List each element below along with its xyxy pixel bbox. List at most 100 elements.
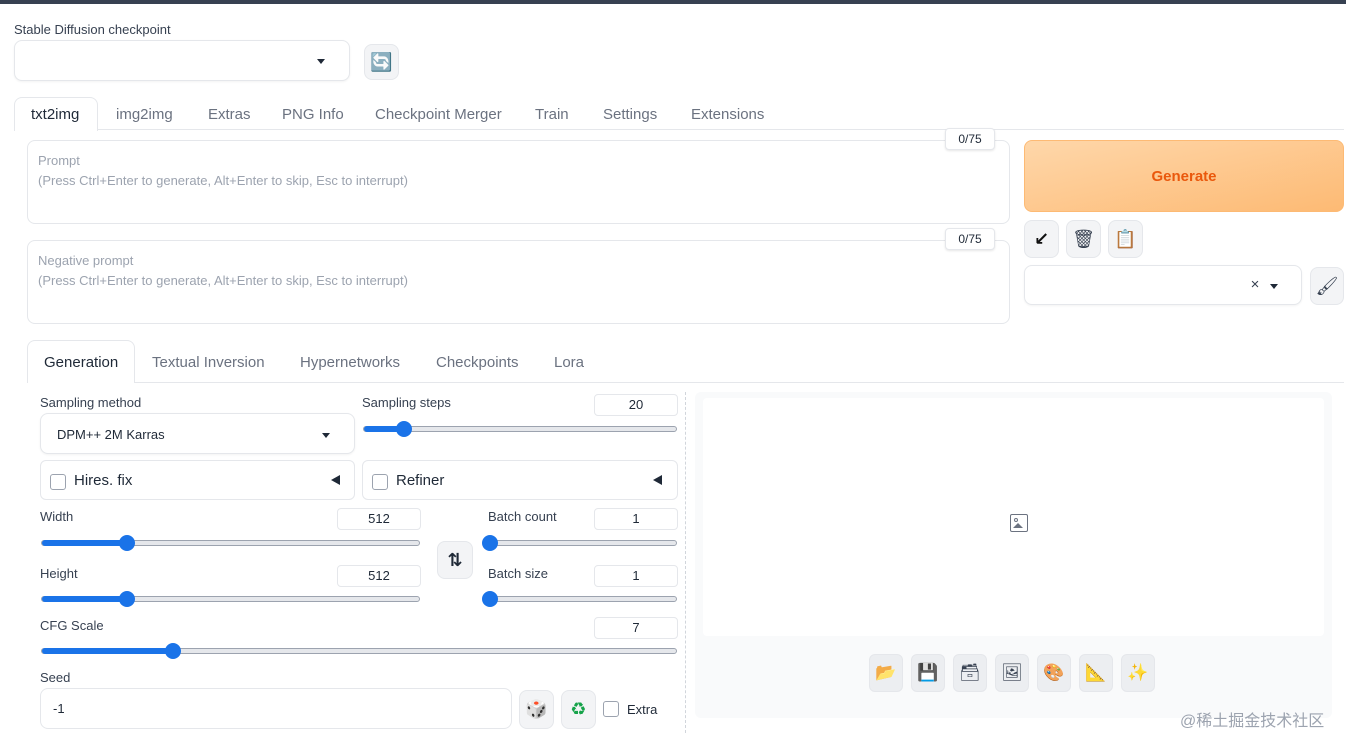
tabs-divider [14, 129, 1344, 130]
negative-token-counter: 0/75 [945, 228, 995, 250]
batch-count-input[interactable]: 1 [594, 508, 678, 530]
tab-lora[interactable]: Lora [554, 354, 584, 371]
chevron-down-icon [1270, 284, 1278, 289]
batch-size-label: Batch size [488, 566, 548, 581]
zip-icon: 🗃 [959, 663, 981, 682]
generate-button[interactable]: Generate [1024, 140, 1344, 212]
negative-prompt-placeholder: (Press Ctrl+Enter to generate, Alt+Enter… [38, 273, 408, 288]
negative-prompt-label: Negative prompt [38, 253, 134, 268]
sampling-method-label: Sampling method [40, 395, 142, 410]
refiner-label: Refiner [396, 472, 445, 489]
refiner-accordion[interactable]: Refiner [362, 460, 678, 500]
reuse-seed-button[interactable]: ♻ [561, 690, 596, 729]
tab-checkpoints[interactable]: Checkpoints [436, 354, 519, 371]
slider-thumb[interactable] [119, 591, 136, 607]
tab-extras[interactable]: Extras [208, 106, 251, 123]
swap-dimensions-button[interactable]: ⇅ [437, 541, 473, 579]
trash-icon: 🗑 [1072, 228, 1095, 249]
prompt-placeholder: (Press Ctrl+Enter to generate, Alt+Enter… [38, 173, 408, 188]
read-params-button[interactable]: ↙ [1024, 220, 1059, 258]
save-button[interactable]: 💾 [911, 654, 945, 692]
sampling-method-dropdown[interactable]: DPM++ 2M Karras [40, 413, 355, 454]
tab-txt2img[interactable]: txt2img [31, 106, 79, 123]
subtab-active-gap [28, 382, 134, 384]
dice-icon: 🎲 [525, 699, 548, 719]
tab-train[interactable]: Train [535, 106, 569, 123]
edit-styles-button[interactable]: 🖌 [1310, 267, 1344, 305]
sparkle-icon: ✨ [1127, 663, 1149, 682]
cfg-scale-input[interactable]: 7 [594, 617, 678, 639]
styles-dropdown[interactable]: × [1024, 265, 1302, 305]
arrow-down-left-icon: ↙ [1033, 228, 1050, 249]
tab-active-gap [15, 129, 97, 131]
width-slider[interactable] [41, 535, 420, 551]
negative-prompt-input[interactable]: Negative prompt (Press Ctrl+Enter to gen… [27, 240, 1010, 324]
upscale-button[interactable]: ✨ [1121, 654, 1155, 692]
chevron-down-icon [322, 433, 330, 438]
tab-generation[interactable]: Generation [44, 354, 118, 371]
prompt-token-counter: 0/75 [945, 128, 995, 150]
slider-thumb[interactable] [165, 643, 182, 659]
sampling-steps-input[interactable]: 20 [594, 394, 678, 416]
batch-size-input[interactable]: 1 [594, 565, 678, 587]
tab-settings[interactable]: Settings [603, 106, 657, 123]
output-gallery [703, 398, 1324, 636]
watermark: @稀土掘金技术社区 [1180, 713, 1325, 730]
hires-fix-checkbox[interactable] [50, 474, 66, 490]
triangle-ruler-icon: 📐 [1085, 663, 1107, 682]
sampling-method-value: DPM++ 2M Karras [57, 427, 165, 442]
extra-seed-checkbox[interactable] [603, 701, 619, 717]
cfg-scale-slider[interactable] [41, 643, 677, 659]
slider-thumb[interactable] [119, 535, 136, 551]
height-label: Height [40, 566, 78, 581]
tab-img2img[interactable]: img2img [116, 106, 173, 123]
prompt-input[interactable]: Prompt (Press Ctrl+Enter to generate, Al… [27, 140, 1010, 224]
batch-size-slider[interactable] [482, 591, 677, 607]
tab-png-info[interactable]: PNG Info [282, 106, 344, 123]
subtabs-divider [27, 382, 1344, 383]
seed-input[interactable]: -1 [40, 688, 512, 729]
sampling-steps-slider[interactable] [363, 421, 677, 437]
refiner-checkbox[interactable] [372, 474, 388, 490]
apply-styles-button[interactable]: 📋 [1108, 220, 1143, 258]
checkpoint-label: Stable Diffusion checkpoint [14, 22, 171, 37]
refresh-icon: 🔄 [370, 51, 393, 72]
open-folder-button[interactable]: 📂 [869, 654, 903, 692]
checkpoint-dropdown[interactable] [14, 40, 350, 81]
send-to-inpaint-button[interactable]: 🎨 [1037, 654, 1071, 692]
swap-icon: ⇅ [447, 549, 463, 570]
collapse-triangle-icon[interactable] [331, 475, 340, 485]
cfg-scale-label: CFG Scale [40, 618, 104, 633]
top-border [0, 0, 1346, 4]
tab-extensions[interactable]: Extensions [691, 106, 764, 123]
tab-textual-inversion[interactable]: Textual Inversion [152, 354, 265, 371]
height-slider[interactable] [41, 591, 420, 607]
random-seed-button[interactable]: 🎲 [519, 690, 554, 729]
folder-icon: 📂 [875, 663, 897, 682]
chevron-down-icon [317, 59, 325, 64]
seed-label: Seed [40, 670, 71, 685]
save-icon: 💾 [917, 663, 939, 682]
width-input[interactable]: 512 [337, 508, 421, 530]
clear-icon[interactable]: × [1247, 276, 1263, 294]
slider-thumb[interactable] [395, 421, 412, 437]
slider-thumb[interactable] [482, 535, 498, 551]
clear-prompt-button[interactable]: 🗑 [1066, 220, 1101, 258]
send-to-img2img-button[interactable]: 🖼 [995, 654, 1029, 692]
height-input[interactable]: 512 [337, 565, 421, 587]
tab-checkpoint-merger[interactable]: Checkpoint Merger [375, 106, 502, 123]
hires-fix-accordion[interactable]: Hires. fix [40, 460, 355, 500]
batch-count-slider[interactable] [482, 535, 677, 551]
tab-hypernetworks[interactable]: Hypernetworks [300, 354, 400, 371]
zip-button[interactable]: 🗃 [953, 654, 987, 692]
prompt-label: Prompt [38, 153, 80, 168]
image-placeholder-icon [1010, 514, 1028, 532]
collapse-triangle-icon[interactable] [653, 475, 662, 485]
send-to-extras-button[interactable]: 📐 [1079, 654, 1113, 692]
panel-separator [685, 392, 686, 733]
extra-seed-label: Extra [627, 702, 658, 717]
width-label: Width [40, 509, 74, 524]
slider-thumb[interactable] [482, 591, 498, 607]
refresh-checkpoint-button[interactable]: 🔄 [364, 44, 399, 80]
brush-icon: 🖌 [1315, 275, 1339, 296]
